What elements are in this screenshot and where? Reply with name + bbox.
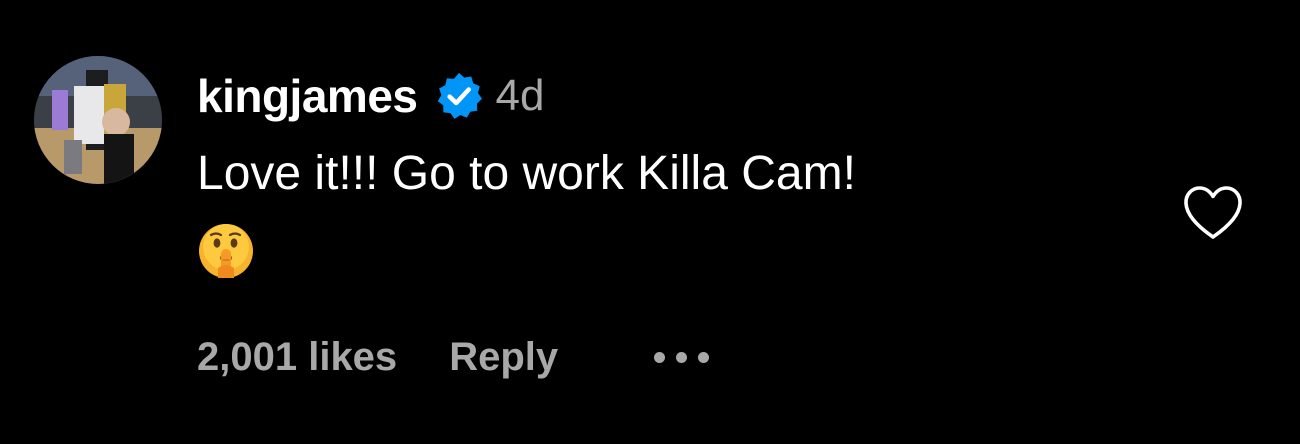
- shushing-face-emoji: [197, 222, 255, 280]
- verified-badge-icon: [434, 71, 484, 121]
- reply-button[interactable]: Reply: [449, 335, 558, 380]
- timestamp: 4d: [495, 71, 545, 120]
- likes-count[interactable]: 2,001 likes: [197, 335, 397, 380]
- username[interactable]: kingjames: [197, 69, 418, 123]
- comment-actions: 2,001 likes Reply: [197, 330, 710, 384]
- comment-header: kingjames 4d: [197, 66, 544, 126]
- more-options-icon[interactable]: [654, 337, 710, 377]
- more-dot: [654, 351, 666, 363]
- avatar[interactable]: [34, 56, 162, 184]
- comment-text: Love it!!! Go to work Killa Cam!: [197, 147, 856, 200]
- comment: kingjames 4d Love it!!! Go to work Killa…: [0, 0, 1300, 444]
- more-dot: [698, 351, 710, 363]
- heart-icon[interactable]: [1181, 184, 1245, 242]
- more-dot: [676, 351, 688, 363]
